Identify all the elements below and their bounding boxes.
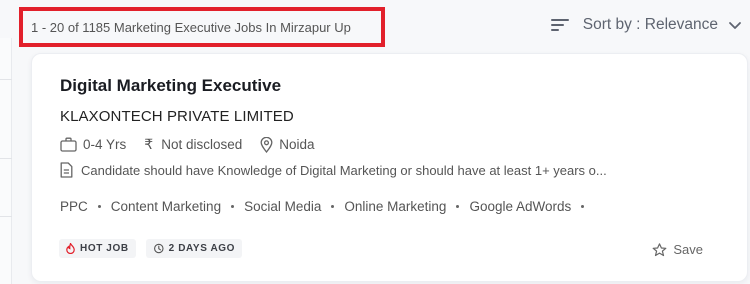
experience-text: 0-4 Yrs — [83, 137, 127, 152]
separator-dot — [456, 205, 460, 208]
job-meta: 0-4 Yrs ₹ Not disclosed Noida — [60, 136, 333, 153]
skill-tag: Social Media — [244, 199, 344, 214]
hot-job-label: HOT JOB — [80, 243, 129, 254]
separator-dot — [581, 205, 585, 208]
flame-icon — [66, 243, 75, 254]
result-count-label: 1 - 20 of 1185 Marketing Executive Jobs … — [19, 7, 385, 47]
rupee-icon: ₹ — [144, 136, 154, 152]
left-panel-edge — [0, 38, 12, 284]
job-card[interactable]: Digital Marketing Executive KLAXONTECH P… — [31, 53, 748, 282]
skill-tag: Content Marketing — [111, 199, 244, 214]
result-count-text: 1 - 20 of 1185 Marketing Executive Jobs … — [31, 19, 351, 35]
location-info: Noida — [260, 136, 315, 153]
posted-label: 2 DAYS AGO — [168, 243, 236, 254]
sort-label: Sort by : Relevance — [582, 16, 718, 33]
job-description: Candidate should have Knowledge of Digit… — [60, 162, 607, 178]
job-title[interactable]: Digital Marketing Executive — [60, 76, 281, 96]
experience-info: 0-4 Yrs — [60, 137, 126, 152]
save-button[interactable]: Save — [652, 242, 703, 257]
skill-tag: Google AdWords — [469, 199, 594, 214]
skills-list: PPC Content Marketing Social Media Onlin… — [60, 199, 594, 214]
separator-dot — [97, 205, 101, 208]
salary-text: Not disclosed — [161, 137, 243, 152]
document-icon — [60, 162, 73, 178]
location-text[interactable]: Noida — [279, 137, 314, 152]
company-name[interactable]: KLAXONTECH PRIVATE LIMITED — [60, 108, 294, 125]
location-pin-icon — [260, 136, 273, 153]
hot-job-badge: HOT JOB — [59, 239, 136, 258]
star-icon — [652, 242, 667, 256]
briefcase-icon — [60, 137, 77, 152]
sort-dropdown[interactable]: Sort by : Relevance — [550, 16, 742, 34]
job-badges: HOT JOB 2 DAYS AGO — [59, 239, 252, 258]
posted-badge: 2 DAYS AGO — [145, 239, 243, 258]
skill-tag: PPC — [60, 199, 111, 214]
skill-tag: Online Marketing — [344, 199, 469, 214]
chevron-down-icon — [729, 22, 741, 29]
history-icon — [153, 243, 164, 254]
separator-dot — [231, 205, 235, 208]
salary-info: ₹ Not disclosed — [144, 136, 242, 153]
sort-lines-icon — [550, 18, 571, 32]
description-text: Candidate should have Knowledge of Digit… — [81, 162, 607, 178]
save-label: Save — [673, 242, 703, 257]
separator-dot — [331, 205, 335, 208]
